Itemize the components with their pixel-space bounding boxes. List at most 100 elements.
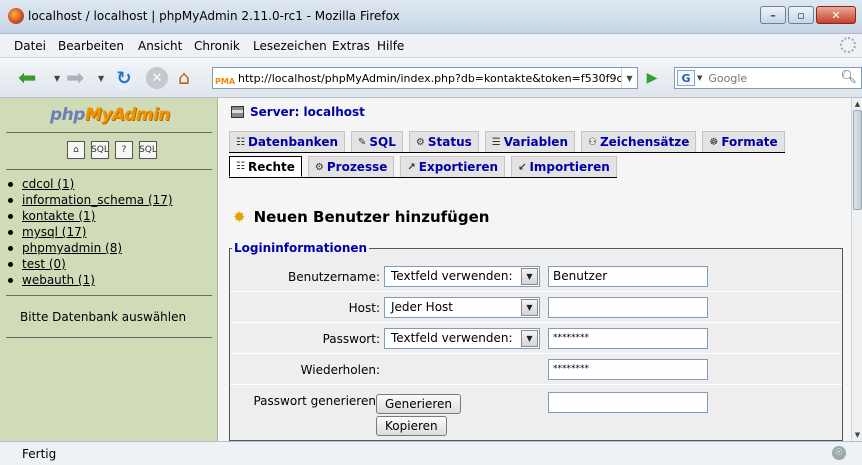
menu-hilfe[interactable]: Hilfe bbox=[377, 39, 404, 53]
password-input[interactable]: ******** bbox=[548, 328, 708, 349]
addon-status-icon[interactable]: ☉ bbox=[832, 446, 846, 460]
database-item-webauth[interactable]: webauth (1) bbox=[8, 272, 173, 288]
tab-bar-secondary: ☷ Rechte ⚙ Prozesse ↗ Exportieren ↙ Importie… bbox=[229, 156, 617, 178]
engines-icon: ☸ bbox=[709, 136, 719, 148]
repeat-password-input[interactable]: ******** bbox=[548, 359, 708, 380]
scroll-up-icon[interactable]: ▲ bbox=[852, 98, 862, 110]
select-value: Textfeld verwenden: bbox=[391, 269, 513, 283]
menu-lesezeichen[interactable]: Lesezeichen bbox=[253, 39, 327, 53]
tab-exportieren[interactable]: ↗ Exportieren bbox=[400, 156, 506, 177]
database-link[interactable]: mysql (17) bbox=[22, 225, 86, 239]
tab-variablen[interactable]: ☰ Variablen bbox=[484, 131, 575, 152]
database-link[interactable]: phpmyadmin (8) bbox=[22, 241, 122, 255]
server-breadcrumb[interactable]: Server: localhost bbox=[231, 105, 365, 119]
go-arrow-icon[interactable]: ▶ bbox=[642, 69, 662, 87]
variables-icon: ☰ bbox=[491, 136, 501, 148]
minimize-button[interactable]: – bbox=[760, 6, 786, 24]
divider bbox=[6, 132, 212, 133]
window-title: localhost / localhost | phpMyAdmin 2.11.… bbox=[28, 9, 400, 23]
scroll-down-icon[interactable]: ▼ bbox=[852, 429, 862, 441]
select-database-prompt: Bitte Datenbank auswählen bbox=[20, 310, 187, 324]
tab-label: SQL bbox=[369, 135, 396, 149]
tab-label: Prozesse bbox=[326, 160, 388, 174]
database-item-cdcol[interactable]: cdcol (1) bbox=[8, 176, 173, 192]
phpmyadmin-logo[interactable]: phpMyAdmin bbox=[50, 105, 170, 125]
search-engine-dropdown-icon[interactable]: ▼ bbox=[697, 74, 702, 82]
select-value: Jeder Host bbox=[391, 300, 453, 314]
menu-ansicht[interactable]: Ansicht bbox=[138, 39, 182, 53]
documentation-icon[interactable]: SQL bbox=[139, 141, 157, 159]
stop-icon[interactable]: ✕ bbox=[146, 67, 168, 89]
page-title: ✹ Neuen Benutzer hinzufügen bbox=[233, 208, 489, 226]
url-history-dropdown-icon[interactable]: ▼ bbox=[621, 68, 637, 88]
sql-query-icon[interactable]: SQL bbox=[91, 141, 109, 159]
menu-extras[interactable]: Extras bbox=[332, 39, 370, 53]
tab-status[interactable]: ⚙ Status bbox=[408, 131, 479, 152]
host-type-select[interactable]: Jeder Host ▼ bbox=[384, 297, 540, 318]
database-item-kontakte[interactable]: kontakte (1) bbox=[8, 208, 173, 224]
url-bar[interactable]: PMA ▼ bbox=[212, 67, 638, 89]
home-icon[interactable]: ⌂ bbox=[67, 141, 85, 159]
menu-datei[interactable]: Datei bbox=[14, 39, 46, 53]
google-engine-icon[interactable]: G bbox=[677, 70, 695, 86]
tab-rechte[interactable]: ☷ Rechte bbox=[229, 156, 302, 177]
search-input[interactable] bbox=[708, 71, 839, 85]
database-item-phpmyadmin[interactable]: phpmyadmin (8) bbox=[8, 240, 173, 256]
throbber-icon bbox=[840, 37, 856, 53]
reload-icon[interactable]: ↻ bbox=[112, 66, 136, 90]
database-link[interactable]: cdcol (1) bbox=[22, 177, 74, 191]
tab-zeichensaetze[interactable]: ⚇ Zeichensätze bbox=[581, 131, 697, 152]
forward-history-dropdown-icon[interactable]: ▼ bbox=[98, 66, 104, 90]
status-icon: ⚙ bbox=[415, 136, 425, 148]
menu-bearbeiten[interactable]: Bearbeiten bbox=[58, 39, 124, 53]
chevron-down-icon[interactable]: ▼ bbox=[521, 268, 538, 285]
search-icon[interactable]: 🔍︎ bbox=[840, 70, 857, 85]
database-link[interactable]: test (0) bbox=[22, 257, 66, 271]
logo-admin-text: Admin bbox=[111, 105, 170, 125]
import-icon: ↙ bbox=[518, 161, 527, 173]
host-input[interactable] bbox=[548, 297, 708, 318]
server-label[interactable]: Server: localhost bbox=[250, 105, 365, 119]
url-input[interactable] bbox=[238, 71, 622, 85]
tab-label: Status bbox=[427, 135, 472, 149]
tab-prozesse[interactable]: ⚙ Prozesse bbox=[307, 156, 395, 177]
chevron-down-icon[interactable]: ▼ bbox=[521, 330, 538, 347]
tab-bar-primary: ☷ Datenbanken ✎ SQL ⚙ Status ☰ Variablen ⚇ Ze… bbox=[229, 131, 785, 153]
tab-sql[interactable]: ✎ SQL bbox=[351, 131, 403, 152]
menu-chronik[interactable]: Chronik bbox=[194, 39, 240, 53]
processes-icon: ⚙ bbox=[314, 161, 324, 173]
forward-arrow-icon[interactable]: ➡ bbox=[66, 66, 84, 91]
database-item-mysql[interactable]: mysql (17) bbox=[8, 224, 173, 240]
divider bbox=[6, 337, 212, 338]
maximize-button[interactable]: ▫ bbox=[788, 6, 814, 24]
back-history-dropdown-icon[interactable]: ▼ bbox=[54, 66, 60, 90]
status-bar: Fertig ☉ bbox=[0, 441, 862, 465]
generated-password-input[interactable] bbox=[548, 392, 708, 413]
repeat-password-label: Wiederholen: bbox=[300, 363, 380, 377]
home-icon[interactable]: ⌂ bbox=[178, 66, 190, 90]
privileges-icon: ☷ bbox=[236, 161, 245, 172]
copy-button[interactable]: Kopieren bbox=[376, 416, 447, 436]
scrollbar-thumb[interactable] bbox=[853, 110, 862, 210]
database-item-test[interactable]: test (0) bbox=[8, 256, 173, 272]
help-icon[interactable]: ? bbox=[115, 141, 133, 159]
generate-button[interactable]: Generieren bbox=[376, 394, 461, 414]
password-type-select[interactable]: Textfeld verwenden: ▼ bbox=[384, 328, 540, 349]
username-input[interactable]: Benutzer bbox=[548, 266, 708, 287]
database-link[interactable]: webauth (1) bbox=[22, 273, 95, 287]
search-bar[interactable]: G ▼ 🔍︎ bbox=[674, 67, 862, 89]
tab-datenbanken[interactable]: ☷ Datenbanken bbox=[229, 131, 346, 152]
username-type-select[interactable]: Textfeld verwenden: ▼ bbox=[384, 266, 540, 287]
firefox-icon bbox=[8, 8, 24, 24]
database-link[interactable]: information_schema (17) bbox=[22, 193, 173, 207]
host-row: Host: Jeder Host ▼ bbox=[230, 292, 842, 323]
tab-importieren[interactable]: ↙ Importieren bbox=[511, 156, 617, 177]
back-arrow-icon[interactable]: ⬅ bbox=[18, 66, 36, 91]
database-item-information-schema[interactable]: information_schema (17) bbox=[8, 192, 173, 208]
vertical-scrollbar[interactable]: ▲ ▼ bbox=[851, 98, 862, 441]
tab-formate[interactable]: ☸ Formate bbox=[702, 131, 785, 152]
chevron-down-icon[interactable]: ▼ bbox=[521, 299, 538, 316]
tab-label: Formate bbox=[721, 135, 778, 149]
database-link[interactable]: kontakte (1) bbox=[22, 209, 95, 223]
close-button[interactable]: ✕ bbox=[816, 6, 856, 24]
